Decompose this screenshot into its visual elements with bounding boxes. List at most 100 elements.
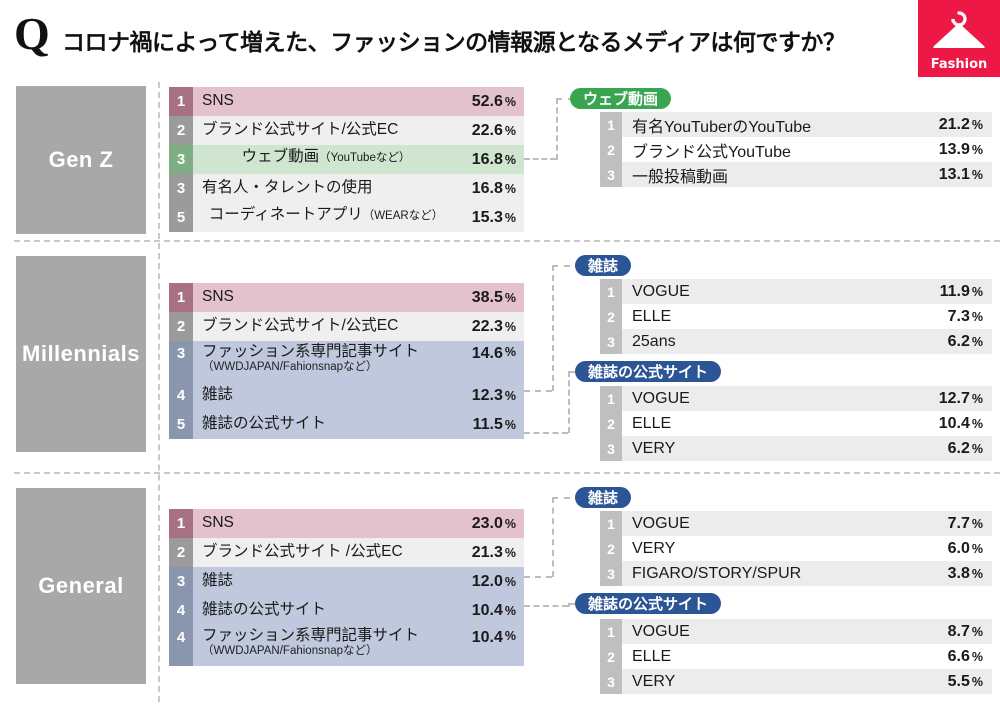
row-value: 21.3% <box>471 543 516 561</box>
rank-badge: 2 <box>600 304 622 329</box>
rank-badge: 5 <box>169 203 193 232</box>
row-label: ブランド公式サイト /公式EC <box>202 543 403 561</box>
row-value: 38.5% <box>471 288 516 306</box>
row-label: 雑誌の公式サイト <box>202 415 327 433</box>
main-table-gen-z: 1 SNS 52.6% 2 ブランド公式サイト/公式EC 22.6% 3 ウェブ… <box>169 87 524 232</box>
row-value: 13.1% <box>938 165 983 183</box>
row-value: 10.4% <box>938 414 983 432</box>
row-label: VOGUE <box>632 514 690 532</box>
table-row[interactable]: 5 雑誌の公式サイト 11.5% <box>169 410 524 439</box>
row-value: 16.8% <box>471 150 516 168</box>
list-item[interactable]: 2 VERY 6.0% <box>600 536 992 561</box>
table-row[interactable]: 3 雑誌 12.0% <box>169 567 524 596</box>
page-title: コロナ禍によって増えた、ファッションの情報源となるメディアは何ですか？ <box>62 29 846 55</box>
table-row[interactable]: 1 SNS 23.0% <box>169 509 524 538</box>
table-row[interactable]: 1 SNS 52.6% <box>169 87 524 116</box>
rank-badge: 2 <box>169 312 193 341</box>
list-item[interactable]: 1 VOGUE 8.7% <box>600 619 992 644</box>
row-value: 7.3% <box>947 307 983 325</box>
row-value: 11.9% <box>939 282 983 300</box>
row-value: 22.3% <box>471 317 516 335</box>
table-row[interactable]: 5 コーディネートアプリ （WEARなど） 15.3% <box>169 203 524 232</box>
row-label: VERY <box>632 439 676 457</box>
row-label: 雑誌の公式サイト <box>202 601 327 619</box>
table-row[interactable]: 4 雑誌 12.3% <box>169 381 524 410</box>
table-row[interactable]: 3 有名人・タレントの使用 16.8% <box>169 174 524 203</box>
row-label: ELLE <box>632 414 672 432</box>
row-value: 12.7% <box>938 389 983 407</box>
list-item[interactable]: 3 FIGARO/STORY/SPUR 3.8% <box>600 561 992 586</box>
row-label: ブランド公式サイト/公式EC <box>202 121 399 139</box>
row-label: ファッション系専門記事サイト （WWDJAPAN/Fahionsnapなど） <box>202 627 420 658</box>
list-item[interactable]: 3 VERY 6.2% <box>600 436 992 461</box>
row-label: VERY <box>632 539 676 557</box>
rank-badge: 3 <box>600 669 622 694</box>
list-item[interactable]: 1 VOGUE 11.9% <box>600 279 992 304</box>
row-label: ELLE <box>632 647 672 665</box>
row-label: コーディネートアプリ （WEARなど） <box>208 206 444 223</box>
group-label-gen-z: Gen Z <box>16 86 146 234</box>
table-row[interactable]: 3 ウェブ動画 （YouTubeなど） 16.8% <box>169 145 524 174</box>
rank-badge: 1 <box>600 386 622 411</box>
row-value: 52.6% <box>471 92 516 110</box>
row-value: 6.2% <box>947 332 983 350</box>
row-value: 5.5% <box>947 672 983 690</box>
row-label: ブランド公式YouTube <box>632 143 791 161</box>
rank-badge: 2 <box>600 536 622 561</box>
rank-badge: 1 <box>169 87 193 116</box>
row-value: 6.0% <box>947 539 983 557</box>
list-item[interactable]: 2 ELLE 10.4% <box>600 411 992 436</box>
rank-badge: 3 <box>169 174 193 203</box>
list-item[interactable]: 3 VERY 5.5% <box>600 669 992 694</box>
rank-badge: 1 <box>600 511 622 536</box>
table-row[interactable]: 4 雑誌の公式サイト 10.4% <box>169 596 524 625</box>
list-item[interactable]: 1 VOGUE 12.7% <box>600 386 992 411</box>
list-item[interactable]: 2 ブランド公式YouTube 13.9% <box>600 137 992 162</box>
panel-pill-magazine-site-m: 雑誌の公式サイト <box>575 361 722 382</box>
list-item[interactable]: 1 VOGUE 7.7% <box>600 511 992 536</box>
row-value: 3.8% <box>947 564 983 582</box>
fashion-badge-label: Fashion <box>930 57 988 72</box>
row-value: 16.8% <box>471 179 516 197</box>
row-label: FIGARO/STORY/SPUR <box>632 564 802 582</box>
question-mark-glyph: Q <box>14 8 50 59</box>
row-label: 雑誌 <box>202 572 234 590</box>
row-value: 22.6% <box>471 121 516 139</box>
rank-badge: 3 <box>600 561 622 586</box>
list-item[interactable]: 2 ELLE 6.6% <box>600 644 992 669</box>
rank-badge: 4 <box>169 381 193 410</box>
row-label: 雑誌 <box>202 386 234 404</box>
rank-badge: 2 <box>600 137 622 162</box>
sub-table-magazine-site-g: 1 VOGUE 8.7% 2 ELLE 6.6% 3 VERY 5.5% <box>600 619 992 694</box>
list-item[interactable]: 2 ELLE 7.3% <box>600 304 992 329</box>
row-value: 10.4% <box>471 629 516 646</box>
rank-badge: 3 <box>600 162 622 187</box>
rank-badge: 3 <box>169 567 193 596</box>
rank-badge: 1 <box>169 509 193 538</box>
rank-badge: 3 <box>169 145 193 174</box>
table-row[interactable]: 2 ブランド公式サイト/公式EC 22.6% <box>169 116 524 145</box>
vertical-divider <box>158 82 160 702</box>
table-row[interactable]: 3 ファッション系専門記事サイト （WWDJAPAN/Fahionsnapなど） … <box>169 341 524 381</box>
table-row[interactable]: 1 SNS 38.5% <box>169 283 524 312</box>
list-item[interactable]: 3 一般投稿動画 13.1% <box>600 162 992 187</box>
rank-badge: 4 <box>169 625 193 666</box>
list-item[interactable]: 3 25ans 6.2% <box>600 329 992 354</box>
table-row[interactable]: 4 ファッション系専門記事サイト （WWDJAPAN/Fahionsnapなど） … <box>169 625 524 666</box>
row-label: 有名人・タレントの使用 <box>202 179 373 197</box>
row-value: 14.6% <box>471 345 516 362</box>
row-label: ELLE <box>632 307 672 325</box>
table-row[interactable]: 2 ブランド公式サイト /公式EC 21.3% <box>169 538 524 567</box>
row-label: ウェブ動画 （YouTubeなど） <box>241 148 411 165</box>
table-row[interactable]: 2 ブランド公式サイト/公式EC 22.3% <box>169 312 524 341</box>
rank-badge: 1 <box>600 112 622 137</box>
row-value: 10.4% <box>471 601 516 619</box>
list-item[interactable]: 1 有名YouTuberのYouTube 21.2% <box>600 112 992 137</box>
rank-badge: 2 <box>600 411 622 436</box>
row-label: ブランド公式サイト/公式EC <box>202 317 399 335</box>
group-label-general: General <box>16 488 146 684</box>
row-value: 15.3% <box>471 208 516 226</box>
rank-badge: 5 <box>169 410 193 439</box>
sub-table-web-video: 1 有名YouTuberのYouTube 21.2% 2 ブランド公式YouTu… <box>600 112 992 187</box>
row-label: VERY <box>632 672 676 690</box>
